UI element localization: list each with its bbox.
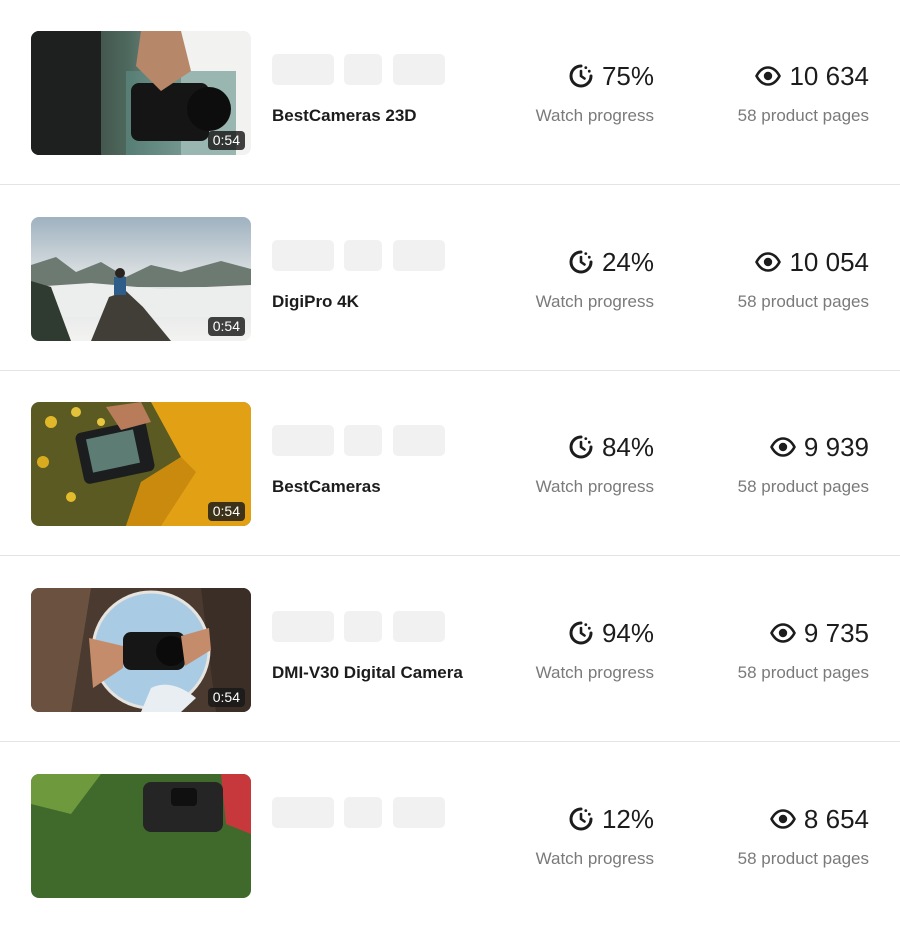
tag-placeholder <box>272 54 334 85</box>
watch-progress-icon <box>568 806 594 832</box>
eye-icon <box>770 806 796 832</box>
tag-placeholder <box>344 54 382 85</box>
video-title[interactable]: DMI-V30 Digital Camera <box>272 663 463 683</box>
views-count: 10 054 <box>789 246 869 277</box>
watch-progress-value: 94% <box>601 617 654 648</box>
video-row[interactable]: 0:54 BestCameras 23D 75% Watch progress … <box>0 0 900 185</box>
views-count: 9 939 <box>803 431 869 462</box>
eye-icon <box>755 63 782 89</box>
video-thumbnail[interactable]: 0:54 <box>31 588 251 712</box>
eye-icon <box>770 620 796 646</box>
product-pages-label: 58 product pages <box>737 663 869 682</box>
tag-placeholder <box>272 611 334 642</box>
views-count: 8 654 <box>803 803 869 834</box>
tag-placeholder <box>393 797 445 828</box>
watch-progress-value: 75% <box>601 60 654 91</box>
video-title[interactable]: BestCameras 23D <box>272 106 417 126</box>
tag-placeholder <box>272 425 334 456</box>
tag-placeholder <box>393 54 445 85</box>
tag-placeholder <box>344 425 382 456</box>
product-pages-label: 58 product pages <box>737 477 869 496</box>
tag-placeholder <box>393 240 445 271</box>
tag-placeholder <box>272 240 334 271</box>
watch-progress-label: Watch progress <box>535 849 654 868</box>
tag-placeholder <box>344 797 382 828</box>
video-thumbnail[interactable]: 0:54 <box>31 402 251 526</box>
eye-icon <box>770 434 796 460</box>
video-thumbnail[interactable]: 0:54 <box>31 217 251 341</box>
watch-progress-label: Watch progress <box>535 663 654 682</box>
duration-badge: 0:54 <box>207 688 245 707</box>
video-title[interactable]: DigiPro 4K <box>272 292 359 312</box>
product-pages-label: 58 product pages <box>737 849 869 868</box>
watch-progress-label: Watch progress <box>535 106 654 125</box>
watch-progress-label: Watch progress <box>535 292 654 311</box>
tag-placeholder <box>272 797 334 828</box>
watch-progress-icon <box>568 249 594 275</box>
product-pages-label: 58 product pages <box>737 106 869 125</box>
tag-placeholder <box>393 425 445 456</box>
video-list: 0:54 BestCameras 23D 75% Watch progress … <box>0 0 900 898</box>
video-title[interactable]: BestCameras <box>272 477 381 497</box>
watch-progress-icon <box>568 63 594 89</box>
duration-badge: 0:54 <box>207 131 245 150</box>
views-count: 9 735 <box>803 617 869 648</box>
eye-icon <box>755 249 782 275</box>
watch-progress-icon <box>568 620 594 646</box>
tag-placeholder <box>393 611 445 642</box>
duration-badge: 0:54 <box>207 317 245 336</box>
video-thumbnail[interactable]: 0:54 <box>31 31 251 155</box>
video-row[interactable]: 0:54 BestCameras 84% Watch progress 9 93… <box>0 371 900 556</box>
watch-progress-icon <box>568 434 594 460</box>
product-pages-label: 58 product pages <box>737 292 869 311</box>
video-row[interactable]: 12% Watch progress 8 654 58 product page… <box>0 743 900 928</box>
watch-progress-value: 12% <box>601 803 654 834</box>
tag-placeholder <box>344 240 382 271</box>
duration-badge: 0:54 <box>207 502 245 521</box>
video-thumbnail[interactable] <box>31 774 251 898</box>
views-count: 10 634 <box>789 60 869 91</box>
watch-progress-label: Watch progress <box>535 477 654 496</box>
video-row[interactable]: 0:54 DMI-V30 Digital Camera 94% Watch pr… <box>0 557 900 742</box>
tag-placeholder <box>344 611 382 642</box>
video-row[interactable]: 0:54 DigiPro 4K 24% Watch progress 10 05… <box>0 186 900 371</box>
watch-progress-value: 84% <box>601 431 654 462</box>
watch-progress-value: 24% <box>601 246 654 277</box>
